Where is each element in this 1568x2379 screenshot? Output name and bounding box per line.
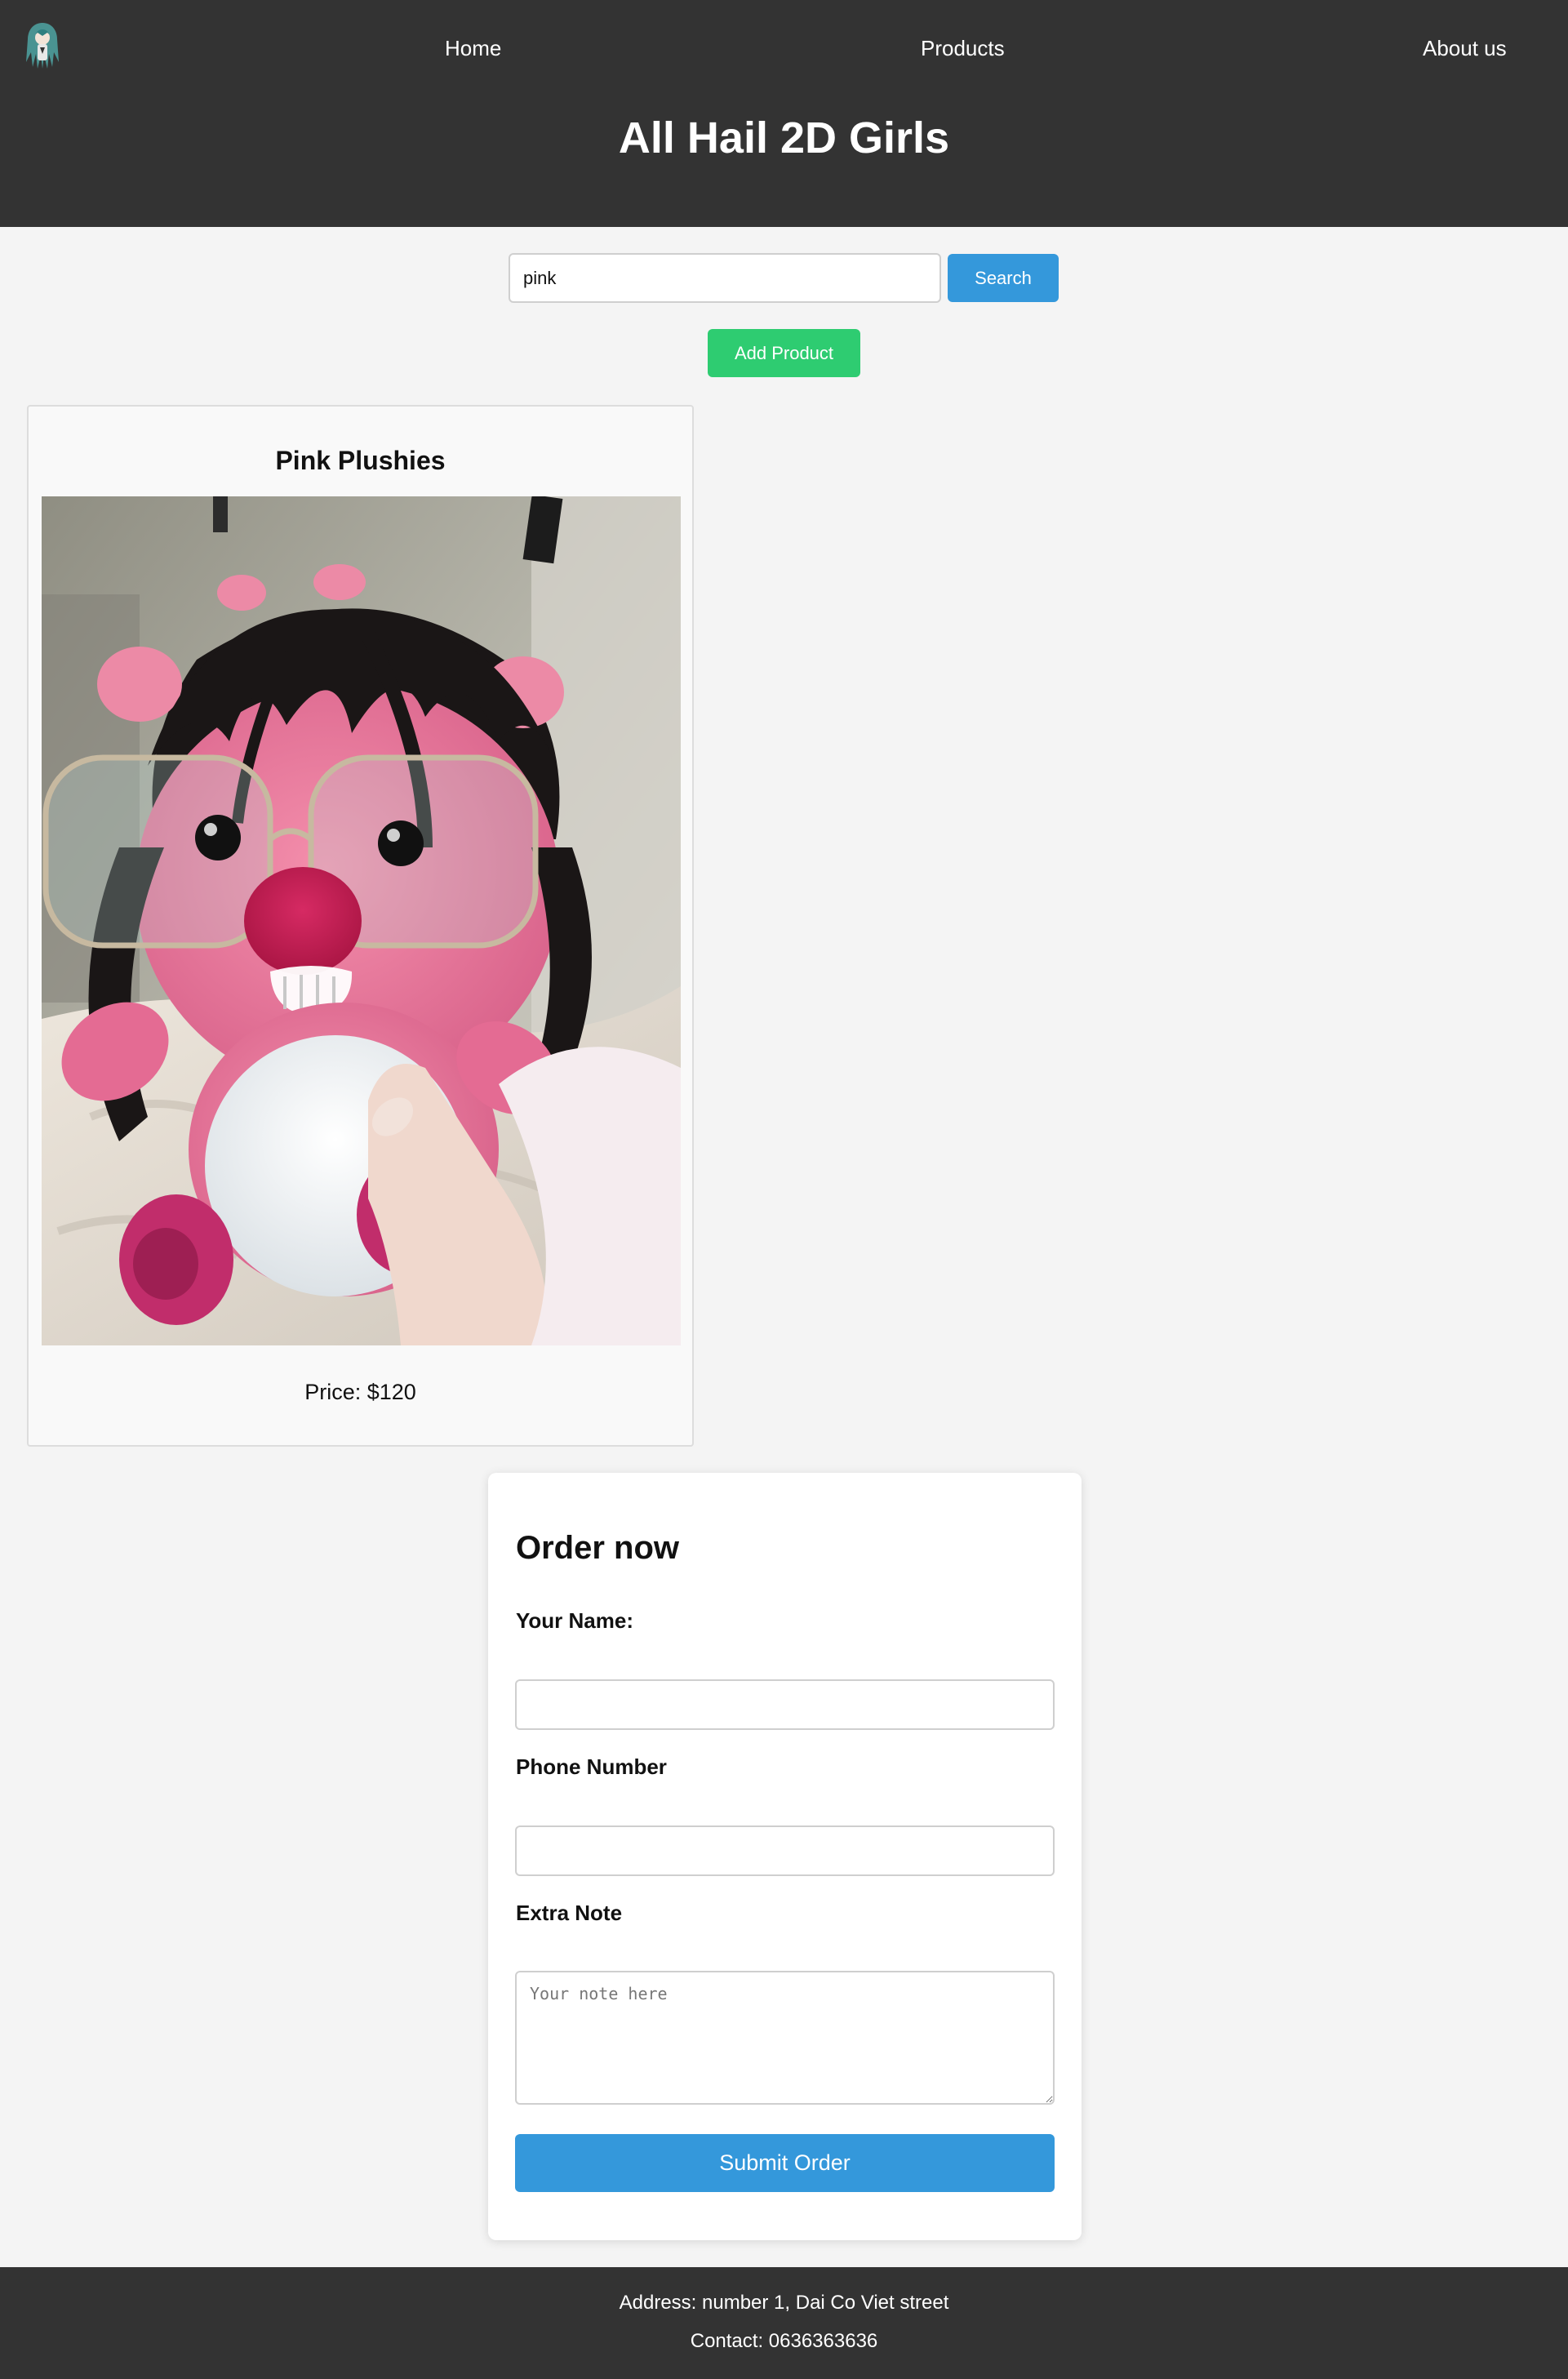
nav-home-link[interactable]: Home — [445, 36, 501, 61]
product-name: Pink Plushies — [275, 446, 446, 475]
search-input[interactable] — [509, 253, 941, 303]
add-product-button[interactable]: Add Product — [708, 329, 860, 377]
site-title: All Hail 2D Girls — [618, 113, 950, 162]
anime-girl-logo-icon[interactable] — [20, 20, 65, 72]
note-textarea[interactable] — [515, 1971, 1055, 2105]
product-image[interactable] — [42, 496, 681, 1345]
product-card[interactable]: Pink Plushies Price: $120 — [27, 405, 694, 1447]
nav-about-link[interactable]: About us — [1423, 36, 1507, 61]
phone-input[interactable] — [515, 1825, 1055, 1876]
site-header: Home Products About us All Hail 2D Girls — [0, 0, 1568, 227]
order-form-title: Order now — [516, 1530, 680, 1566]
search-button[interactable]: Search — [948, 254, 1059, 302]
footer-contact: Contact: 0636363636 — [690, 2330, 878, 2352]
site-footer: Address: number 1, Dai Co Viet street Co… — [0, 2267, 1568, 2379]
footer-address: Address: number 1, Dai Co Viet street — [619, 2292, 949, 2314]
phone-label: Phone Number — [516, 1754, 667, 1779]
order-form: Order now Your Name: Phone Number Extra … — [488, 1473, 1082, 2240]
product-price: Price: $120 — [304, 1380, 416, 1404]
name-label: Your Name: — [516, 1608, 633, 1633]
note-label: Extra Note — [516, 1901, 623, 1925]
name-input[interactable] — [515, 1679, 1055, 1730]
pink-plushie-photo — [42, 496, 681, 1345]
nav-products-link[interactable]: Products — [921, 36, 1005, 61]
submit-order-button[interactable]: Submit Order — [515, 2134, 1055, 2192]
